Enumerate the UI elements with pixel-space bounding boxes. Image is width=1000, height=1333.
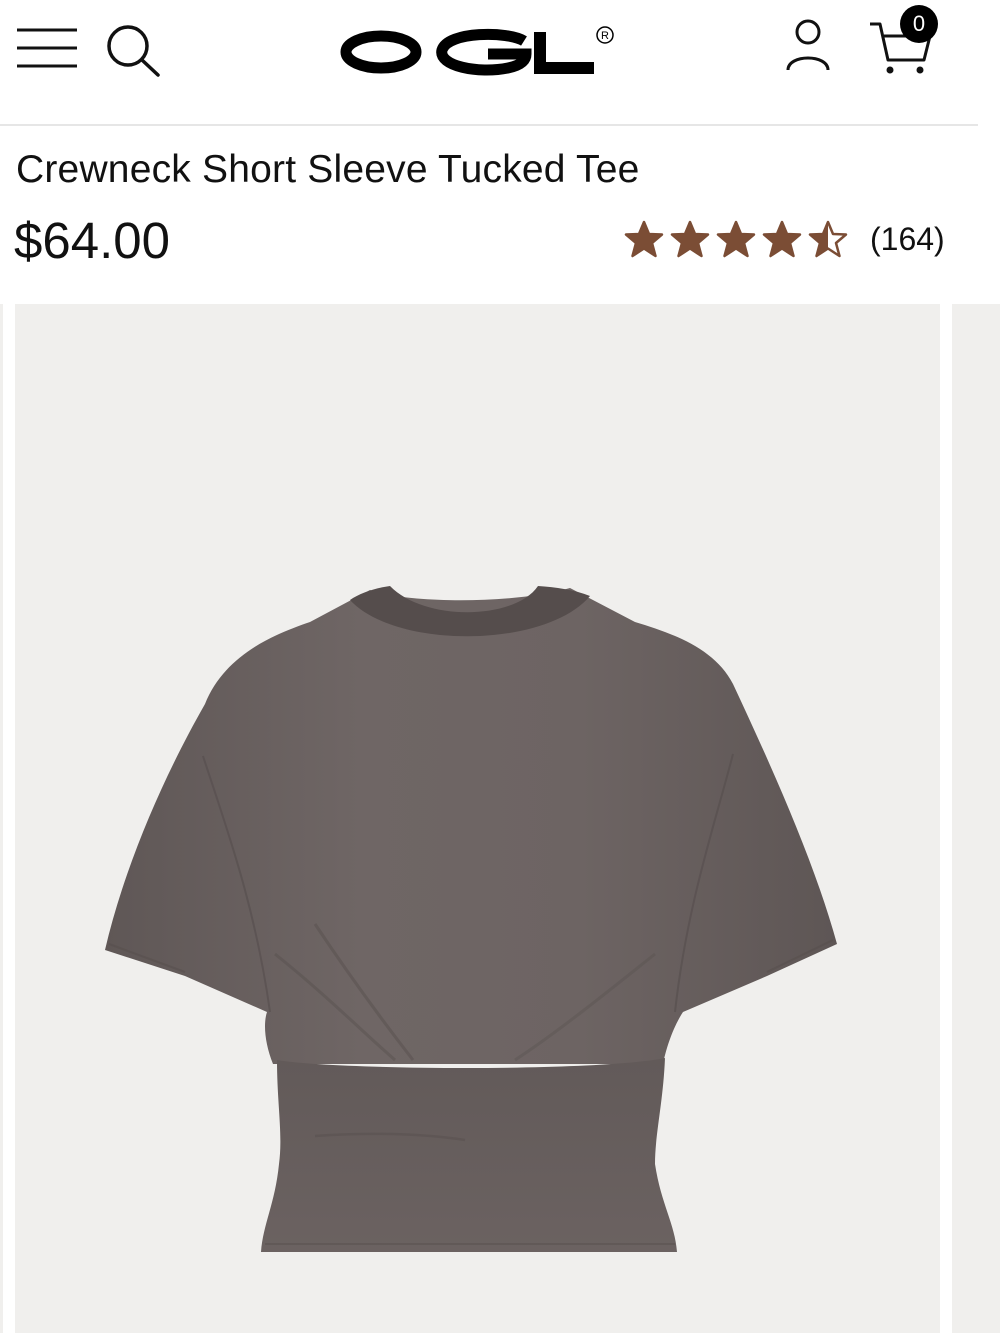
product-image-slide[interactable]	[15, 304, 940, 1333]
account-button[interactable]	[782, 18, 834, 74]
account-icon	[786, 19, 830, 71]
star-full-icon	[716, 220, 756, 258]
site-header: R 0	[0, 0, 978, 126]
product-rating[interactable]: (164)	[624, 214, 945, 264]
review-count[interactable]: (164)	[870, 221, 945, 258]
product-image	[105, 586, 837, 1252]
product-image-gallery[interactable]	[0, 304, 1000, 1333]
search-button[interactable]	[106, 24, 164, 80]
menu-button[interactable]	[16, 26, 78, 70]
star-full-icon	[670, 220, 710, 258]
product-title: Crewneck Short Sleeve Tucked Tee	[16, 148, 640, 191]
rating-stars	[624, 219, 848, 259]
product-price: $64.00	[14, 212, 170, 269]
star-half-icon	[808, 220, 848, 258]
search-icon	[107, 25, 160, 77]
star-full-icon	[762, 220, 802, 258]
svg-text:R: R	[601, 30, 609, 42]
brand-logo[interactable]: R	[338, 22, 618, 80]
star-full-icon	[624, 220, 664, 258]
menu-icon	[17, 28, 77, 68]
next-slide-edge[interactable]	[952, 304, 1000, 1333]
ogl-logo-mark: R	[340, 26, 614, 76]
cart-count-badge: 0	[900, 5, 938, 43]
previous-slide-edge	[0, 304, 3, 1333]
